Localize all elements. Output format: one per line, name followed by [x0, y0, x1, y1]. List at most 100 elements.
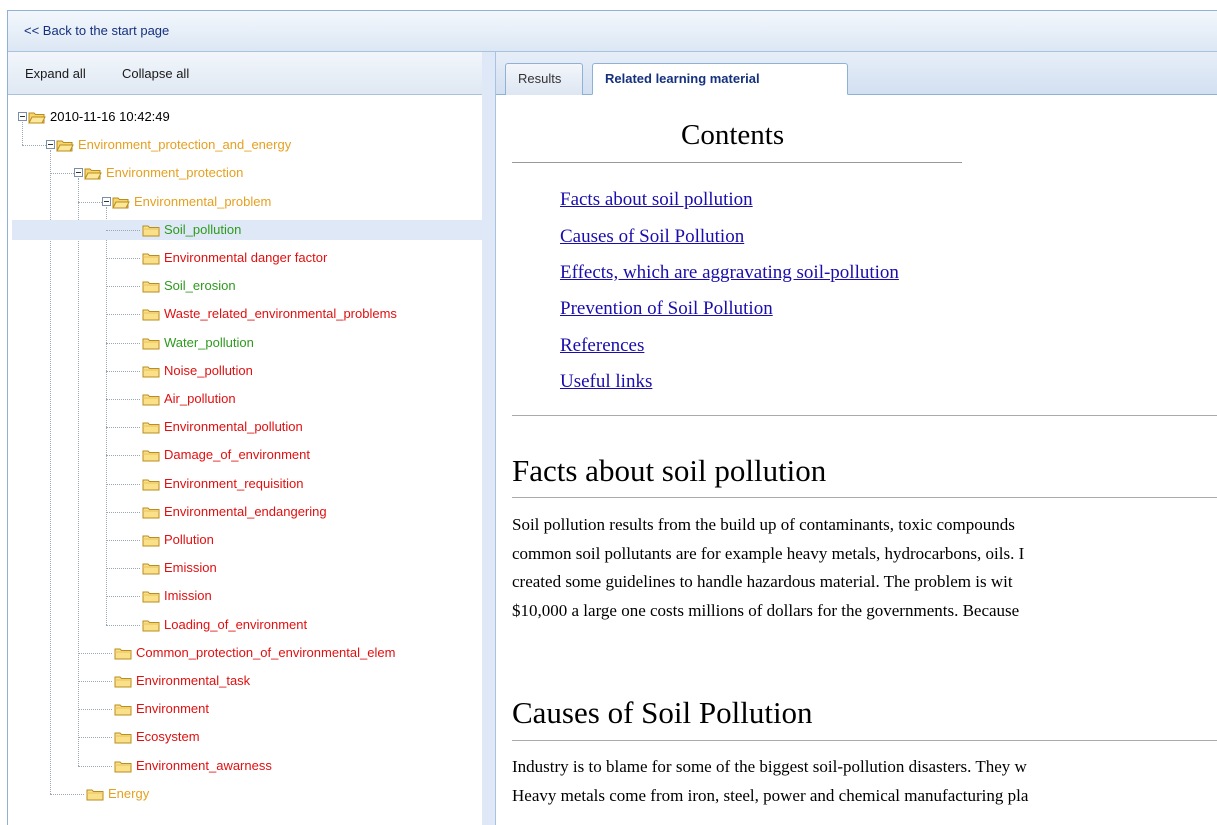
paragraph-line: created some guidelines to handle hazard… [512, 572, 1013, 591]
tab-related-learning-material[interactable]: Related learning material [592, 63, 848, 95]
tree-node-label: Noise_pollution [164, 362, 253, 378]
category-tree: 2010-11-16 10:42:49 Environment_protectio… [8, 95, 482, 825]
toc-divider [512, 162, 962, 163]
tree-node-label: Environment_protection [106, 165, 244, 181]
tree-node[interactable]: 2010-11-16 10:42:49 [8, 107, 482, 127]
folder-icon [142, 448, 160, 462]
toc-link-useful-links[interactable]: Useful links [560, 371, 652, 393]
paragraph-line: Industry is to blame for some of the big… [512, 757, 1027, 776]
tree-guide-line [78, 681, 112, 682]
tree-node[interactable]: Imission [8, 586, 482, 606]
tree-node[interactable]: Environment [8, 699, 482, 719]
tree-node[interactable]: Waste_related_environmental_problems [8, 304, 482, 324]
tree-node[interactable]: Common_protection_of_environmental_elem [8, 643, 482, 663]
folder-icon [142, 561, 160, 575]
folder-icon [142, 533, 160, 547]
tree-guide-line [106, 342, 140, 344]
tree-node[interactable]: Environmental_endangering [8, 502, 482, 522]
tree-node[interactable]: Damage_of_environment [8, 445, 482, 465]
top-bar: << Back to the start page [8, 11, 1217, 52]
tab-results[interactable]: Results [505, 63, 583, 95]
folder-icon [142, 505, 160, 519]
tree-guide-line [106, 229, 140, 231]
tree-guide-line [106, 568, 140, 570]
paragraph-line: common soil pollutants are for example h… [512, 543, 1025, 563]
tree-guide-line [106, 399, 140, 400]
tree-node-label: Soil_pollution [164, 221, 242, 237]
app-window: << Back to the start page Expand all Col… [7, 10, 1217, 825]
tree-node[interactable]: Environment_protection_and_energy [8, 135, 482, 155]
tree-node-label: Environmental_endangering [164, 503, 327, 519]
paragraph-line: $10,000 a large one costs millions of do… [512, 600, 1020, 620]
tree-node[interactable]: Water_pollution [8, 333, 482, 353]
tree-node[interactable]: Ecosystem [8, 727, 482, 747]
folder-icon [142, 223, 160, 237]
tree-guide-line [106, 511, 140, 513]
tree-node[interactable]: Energy [8, 784, 482, 804]
folder-icon [84, 166, 102, 180]
folder-icon [114, 646, 132, 660]
tree-node-label: Imission [164, 588, 212, 604]
folder-icon [142, 336, 160, 350]
collapse-toggle-icon[interactable] [74, 168, 83, 178]
tree-node-label: Air_pollution [164, 391, 236, 406]
expand-all-button[interactable]: Expand all [25, 66, 86, 81]
tree-guide-line [78, 201, 102, 203]
tree-guide-line [106, 483, 140, 485]
folder-icon [142, 589, 160, 603]
tree-guide-line [106, 540, 140, 541]
tree-node[interactable]: Environment_requisition [8, 474, 482, 494]
tree-node-label: Environment_requisition [164, 475, 304, 491]
tree-node[interactable]: Soil_erosion [8, 276, 482, 296]
collapse-toggle-icon[interactable] [18, 112, 27, 121]
tree-node-label: Environment_protection_and_energy [78, 137, 292, 153]
tree-guide-line [78, 765, 112, 767]
folder-icon [86, 787, 104, 801]
tree-guide-line [50, 173, 74, 175]
tree-node[interactable]: Soil_pollution [12, 219, 482, 240]
panel-splitter[interactable] [482, 52, 496, 825]
tree-node[interactable]: Emission [8, 558, 482, 578]
tree-node-label: Waste_related_environmental_problems [164, 306, 397, 322]
section-divider [512, 497, 1217, 498]
tree-node[interactable]: Noise_pollution [8, 361, 482, 381]
tree-node-label: Emission [164, 560, 217, 576]
toc-link-effects[interactable]: Effects, which are aggravating soil-poll… [560, 262, 899, 284]
tree-node[interactable]: Environmental_task [8, 671, 482, 691]
tree-node[interactable]: Environment_protection [8, 163, 482, 183]
tree-node[interactable]: Pollution [8, 530, 482, 550]
toc-link-facts[interactable]: Facts about soil pollution [560, 189, 753, 211]
folder-icon [142, 618, 160, 632]
tree-guide-line [106, 596, 140, 598]
folder-icon [142, 307, 160, 321]
folder-icon [112, 195, 130, 209]
toc-title: Contents [681, 119, 785, 151]
tree-node[interactable]: Environmental danger factor [8, 248, 482, 268]
tree-node-label: Ecosystem [136, 729, 200, 745]
tree-node-label: Loading_of_environment [164, 616, 308, 632]
tree-guide-line [22, 145, 46, 147]
folder-icon [114, 730, 132, 744]
toc-link-prevention[interactable]: Prevention of Soil Pollution [560, 298, 773, 320]
toc-link-causes[interactable]: Causes of Soil Pollution [560, 226, 744, 248]
tree-node[interactable]: Environment_awarness [8, 756, 482, 776]
folder-icon [142, 420, 160, 434]
section-paragraph-causes: Industry is to blame for some of the big… [512, 753, 1028, 810]
folder-icon [114, 702, 132, 716]
tree-node-label: 2010-11-16 10:42:49 [50, 109, 170, 124]
tree-node[interactable]: Environmental_problem [8, 192, 482, 212]
tree-panel: Expand all Collapse all 2010-11-16 10:42… [8, 52, 483, 825]
collapse-toggle-icon[interactable] [46, 140, 55, 150]
tree-node[interactable]: Air_pollution [8, 389, 482, 409]
folder-icon [142, 364, 160, 378]
folder-icon [142, 251, 160, 265]
back-to-start-link[interactable]: << Back to the start page [24, 23, 169, 38]
tree-node-label: Energy [108, 785, 150, 801]
paragraph-line: Heavy metals come from iron, steel, powe… [512, 785, 1029, 805]
tree-guide-line [106, 314, 140, 316]
tree-node[interactable]: Environmental_pollution [8, 417, 482, 437]
collapse-toggle-icon[interactable] [102, 196, 111, 206]
toc-link-references[interactable]: References [560, 335, 644, 357]
tree-node[interactable]: Loading_of_environment [8, 615, 482, 635]
collapse-all-button[interactable]: Collapse all [122, 66, 189, 81]
